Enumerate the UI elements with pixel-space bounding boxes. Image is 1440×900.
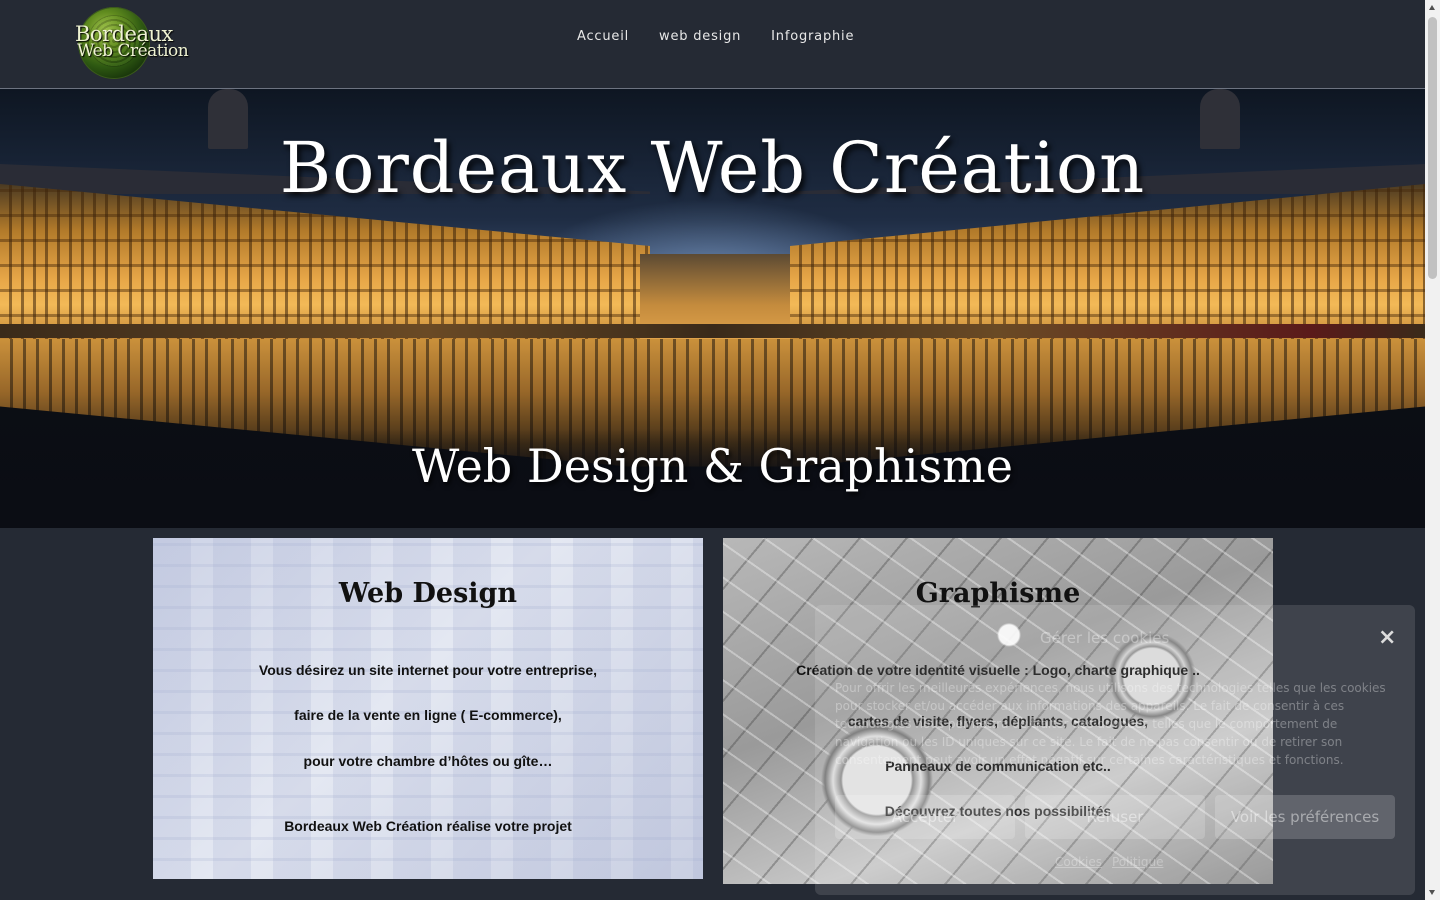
scroll-down-icon[interactable] <box>1429 890 1435 895</box>
scrollbar-thumb[interactable] <box>1428 17 1437 279</box>
cookie-title: Gérer les cookies <box>1040 629 1170 647</box>
main-nav: Accueil web design Infographie <box>570 25 869 48</box>
logo-text: Bordeaux Web Création <box>75 24 190 61</box>
scroll-up-icon[interactable] <box>1429 5 1435 10</box>
logo-line-2: Web Création <box>77 41 189 61</box>
hero-street <box>0 324 1425 338</box>
nav-accueil[interactable]: Accueil <box>570 25 644 48</box>
web-design-card-line: faire de la vente en ligne ( E-commerce)… <box>294 707 562 723</box>
hero-subtitle: Web Design & Graphisme <box>412 439 1013 493</box>
cookie-deny-button[interactable]: Refuser <box>1025 795 1205 839</box>
cookie-preferences-button[interactable]: Voir les préférences <box>1215 795 1395 839</box>
web-design-card-title: Web Design <box>338 578 518 609</box>
cookie-banner: Gérer les cookies × Pour offrir les meil… <box>815 605 1415 895</box>
cookie-text: Pour offrir les meilleures expériences, … <box>835 681 1386 767</box>
privacy-policy-link[interactable]: Politique <box>1112 855 1163 869</box>
web-design-card[interactable]: Web Design Vous désirez un site internet… <box>153 538 703 879</box>
nav-infographie[interactable]: Infographie <box>756 25 869 48</box>
hero-banner: Bordeaux Web Création Web Design & Graph… <box>0 89 1425 528</box>
site-header: Bordeaux Web Création Accueil web design… <box>0 0 1425 89</box>
web-design-card-line: pour votre chambre d’hôtes ou gîte… <box>303 753 553 769</box>
cookie-accept-button[interactable]: Accepter <box>835 795 1015 839</box>
web-design-card-line: Vous désirez un site internet pour votre… <box>258 662 598 678</box>
close-icon[interactable]: × <box>1378 625 1396 650</box>
cookie-policy-link[interactable]: Cookies <box>1055 855 1102 869</box>
page-scrollbar[interactable] <box>1425 0 1440 900</box>
nav-web-design[interactable]: web design <box>644 25 756 48</box>
site-logo[interactable]: Bordeaux Web Création <box>75 7 190 83</box>
hero-title: Bordeaux Web Création <box>279 127 1146 209</box>
web-design-card-line: Bordeaux Web Création réalise votre proj… <box>284 818 572 834</box>
